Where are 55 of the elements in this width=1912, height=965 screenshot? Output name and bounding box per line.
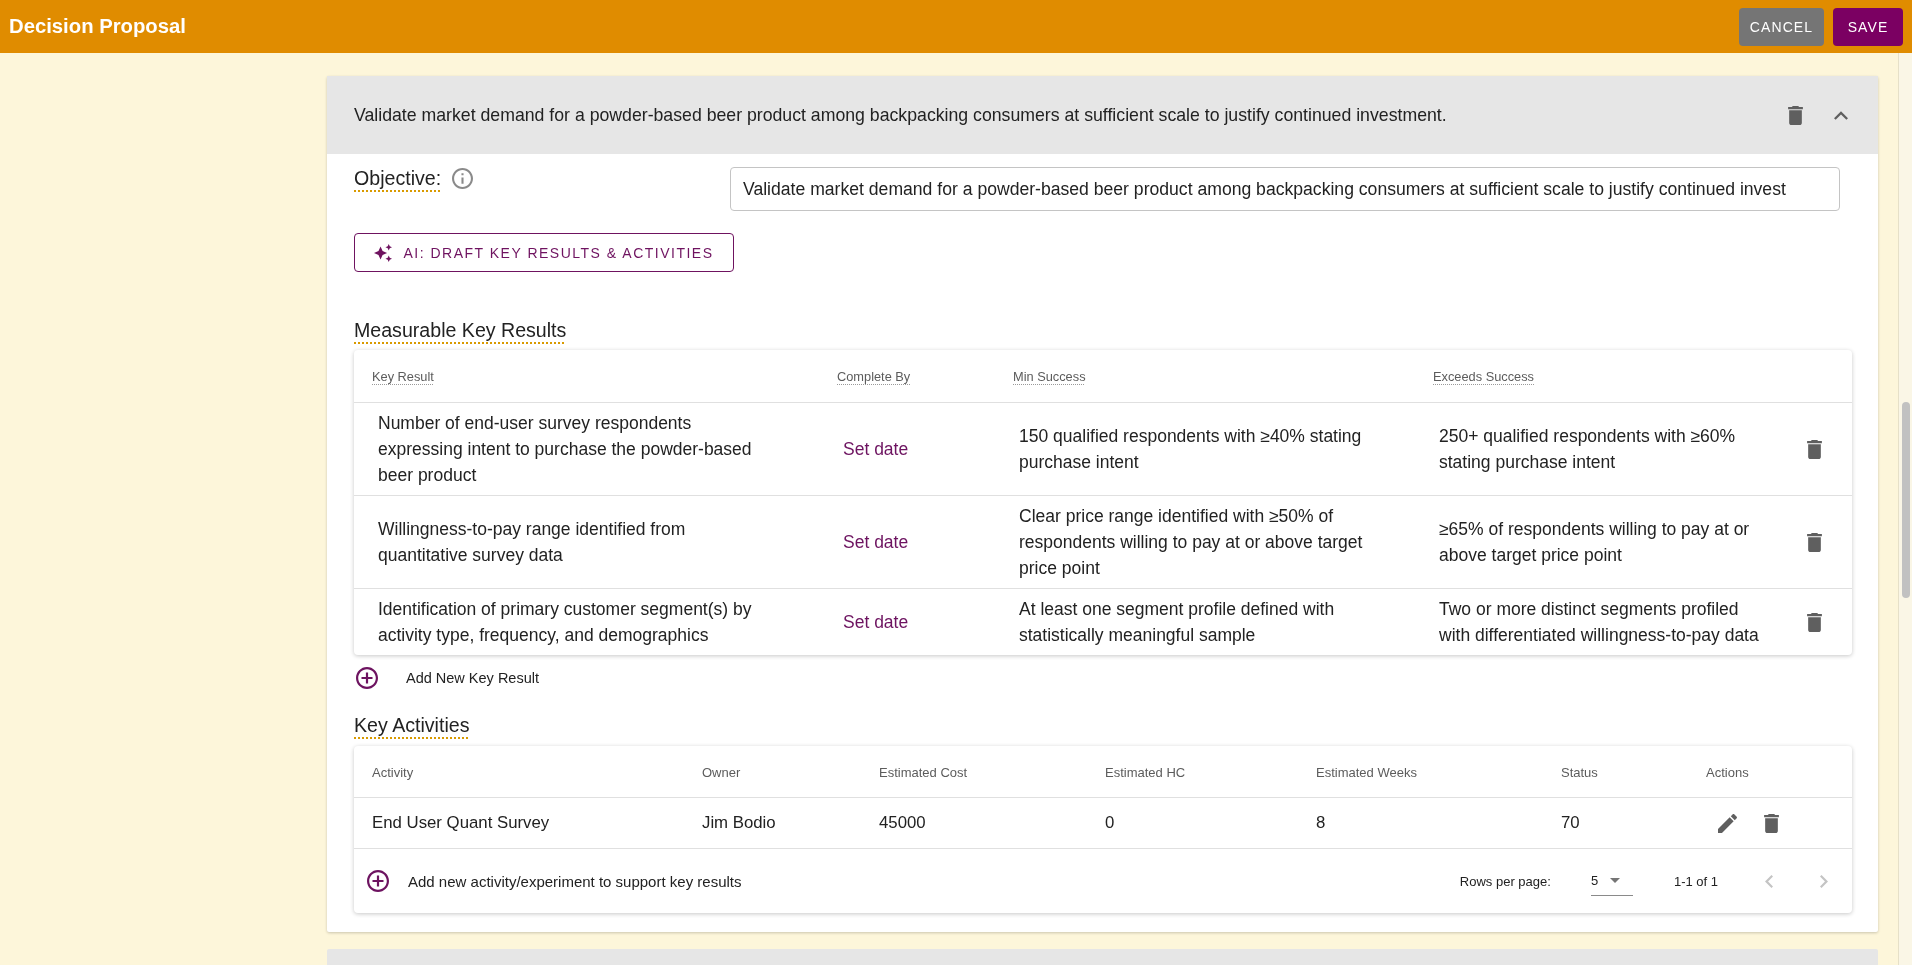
column-header: Key Result — [372, 369, 434, 384]
table-cell-text: 250+ qualified respondents with ≥60% stating purchase intent — [1439, 425, 1737, 474]
cancel-button[interactable]: CANCEL — [1739, 7, 1824, 46]
caret-icon — [1610, 878, 1621, 883]
table-cell-text: ≥65% of respondents willing to pay at or above target price point — [1439, 518, 1751, 567]
column-header: Estimated Cost — [879, 764, 968, 780]
column-header: Estimated Weeks — [1316, 764, 1417, 780]
column-header: Activity — [372, 764, 414, 780]
set-date-link[interactable]: Set date — [843, 529, 995, 555]
table-cell-text: Identification of primary customer segment(s) by activity type, frequency, and demographics — [378, 598, 753, 647]
sparkle-icon — [374, 243, 393, 262]
trash-icon[interactable] — [1788, 105, 1803, 125]
column-header: Complete By — [837, 369, 911, 384]
table-cell: 45000 — [879, 813, 926, 832]
column-header: Estimated HC — [1105, 764, 1186, 780]
page-title: Decision Proposal — [9, 15, 187, 38]
table-cell: 8 — [1316, 813, 1326, 832]
trash-icon[interactable] — [1807, 532, 1822, 552]
chevron-up-icon[interactable] — [1834, 110, 1848, 120]
table-cell-text: Clear price range identified with ≥50% of respondents willing to pay at or above target price point — [1019, 505, 1364, 580]
column-header: Owner — [702, 764, 741, 780]
section-heading: Measurable Key Results — [354, 318, 567, 342]
trash-icon[interactable] — [1764, 813, 1779, 833]
pencil-icon[interactable] — [1718, 813, 1737, 833]
table-cell: Jim Bodio — [702, 813, 776, 832]
trash-icon[interactable] — [1807, 612, 1822, 632]
save-button[interactable]: SAVE — [1833, 7, 1903, 46]
trash-icon[interactable] — [1807, 439, 1822, 459]
table-cell-text: Number of end-user survey respondents expressing intent to purchase the powder-based beer product — [378, 412, 753, 487]
column-header: Actions — [1706, 764, 1749, 780]
table-cell-text: At least one segment profile defined with statistically meaningful sample — [1019, 598, 1336, 647]
add-key-result-link[interactable]: Add New Key Result — [406, 670, 539, 686]
table-cell: 0 — [1105, 813, 1115, 832]
add-activity-link[interactable]: Add new activity/experiment to support key results — [408, 872, 1460, 890]
set-date-link[interactable]: Set date — [843, 436, 995, 462]
panel-header[interactable]: Validate market demand for a powder-based beer product among backpacking consumers at sufficient scale to justify continued investment. — [327, 76, 1878, 154]
objective-summary: Validate market demand for a powder-based beer product among backpacking consumers at sufficient scale to justify continued investment. — [354, 104, 1448, 126]
rows-per-page-label: Rows per page: — [1459, 873, 1551, 889]
rows-per-page-select[interactable]: 5 — [1590, 866, 1633, 896]
set-date-link[interactable]: Set date — [843, 609, 995, 635]
column-header: Exceeds Success — [1433, 369, 1534, 384]
scrollbar-thumb[interactable] — [1901, 402, 1910, 598]
objective-label: Objective: — [354, 167, 442, 190]
objective-field[interactable]: Validate market demand for a powder-based beer product among backpacking consumers at sufficient scale to justify continued invest — [730, 167, 1840, 211]
page-range: 1-1 of 1 — [1673, 873, 1718, 889]
column-header: Min Success — [1013, 369, 1086, 384]
table-cell: 70 — [1561, 813, 1580, 832]
column-header: Status — [1561, 764, 1598, 780]
info-icon[interactable] — [452, 168, 474, 189]
table-cell-text: Willingness-to-pay range identified from quantitative survey data — [378, 518, 687, 567]
table-cell-text: 150 qualified respondents with ≥40% stating purchase intent — [1019, 425, 1363, 474]
table-cell-text: Two or more distinct segments profiled with differentiated willingness-to-pay data — [1439, 598, 1760, 647]
ai-draft-button[interactable]: AI: DRAFT KEY RESULTS & ACTIVITIES — [354, 233, 734, 272]
section-heading: Key Activities — [354, 713, 470, 737]
table-cell: End User Quant Survey — [372, 813, 550, 832]
